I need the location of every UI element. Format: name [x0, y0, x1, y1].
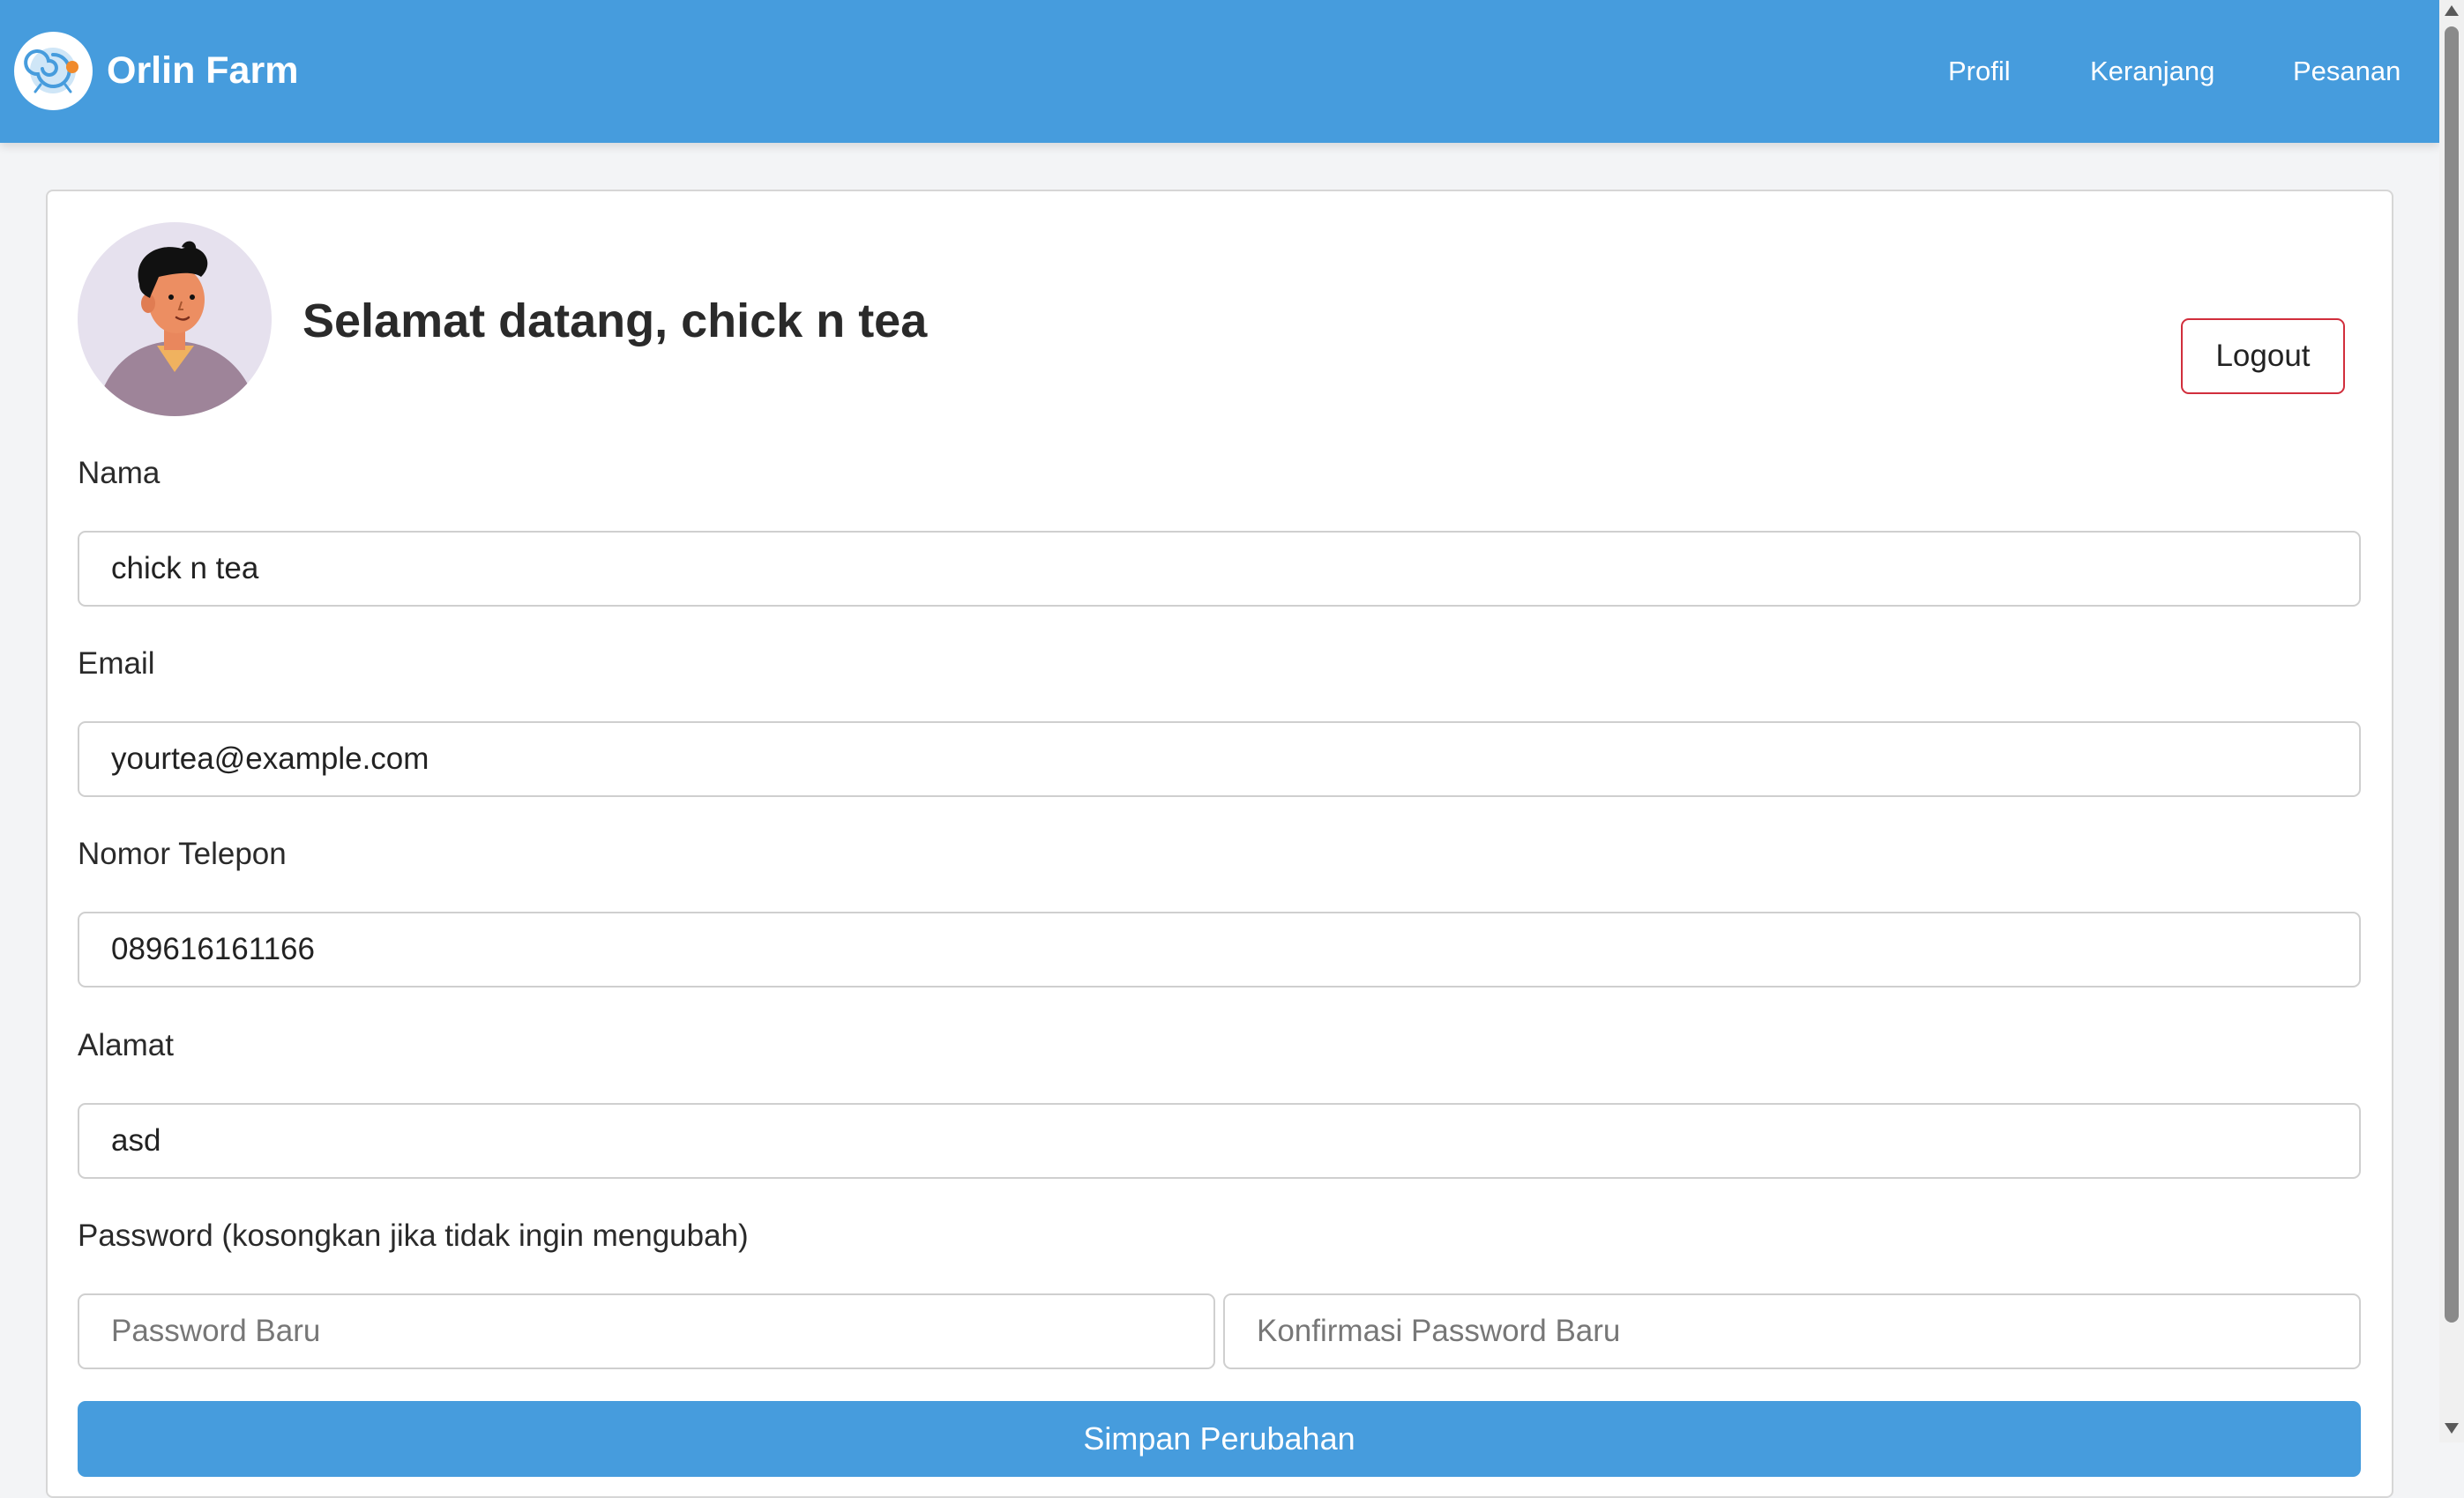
email-field[interactable] — [78, 721, 2361, 797]
phone-field[interactable] — [78, 912, 2361, 987]
password-label: Password (kosongkan jika tidak ingin men… — [78, 1219, 749, 1253]
brand-name[interactable]: Orlin Farm — [107, 46, 298, 95]
welcome-heading: Selamat datang, chick n tea — [302, 294, 928, 347]
page-scrollbar[interactable] — [2439, 0, 2464, 1442]
phone-label: Nomor Telepon — [78, 837, 287, 871]
name-field[interactable] — [78, 531, 2361, 607]
address-label: Alamat — [78, 1028, 174, 1062]
confirm-password-field[interactable] — [1223, 1293, 2361, 1369]
address-field[interactable] — [78, 1103, 2361, 1179]
top-navbar: Orlin Farm Profil Keranjang Pesanan — [0, 0, 2439, 143]
nav-keranjang[interactable]: Keranjang — [2090, 51, 2214, 92]
email-label: Email — [78, 646, 155, 681]
nav-pesanan[interactable]: Pesanan — [2293, 51, 2401, 92]
user-avatar-illustration — [95, 241, 258, 416]
scroll-down-arrow-icon[interactable] — [2445, 1423, 2459, 1434]
name-label: Nama — [78, 456, 161, 490]
scrollbar-thumb[interactable] — [2445, 26, 2459, 1323]
scroll-up-arrow-icon[interactable] — [2445, 5, 2459, 16]
save-changes-button[interactable]: Simpan Perubahan — [78, 1401, 2361, 1477]
nav-profil[interactable]: Profil — [1948, 51, 2011, 92]
logout-button[interactable]: Logout — [2181, 318, 2345, 394]
new-password-field[interactable] — [78, 1293, 1215, 1369]
user-avatar — [78, 222, 272, 416]
orlin-farm-logo-icon[interactable] — [14, 32, 93, 110]
